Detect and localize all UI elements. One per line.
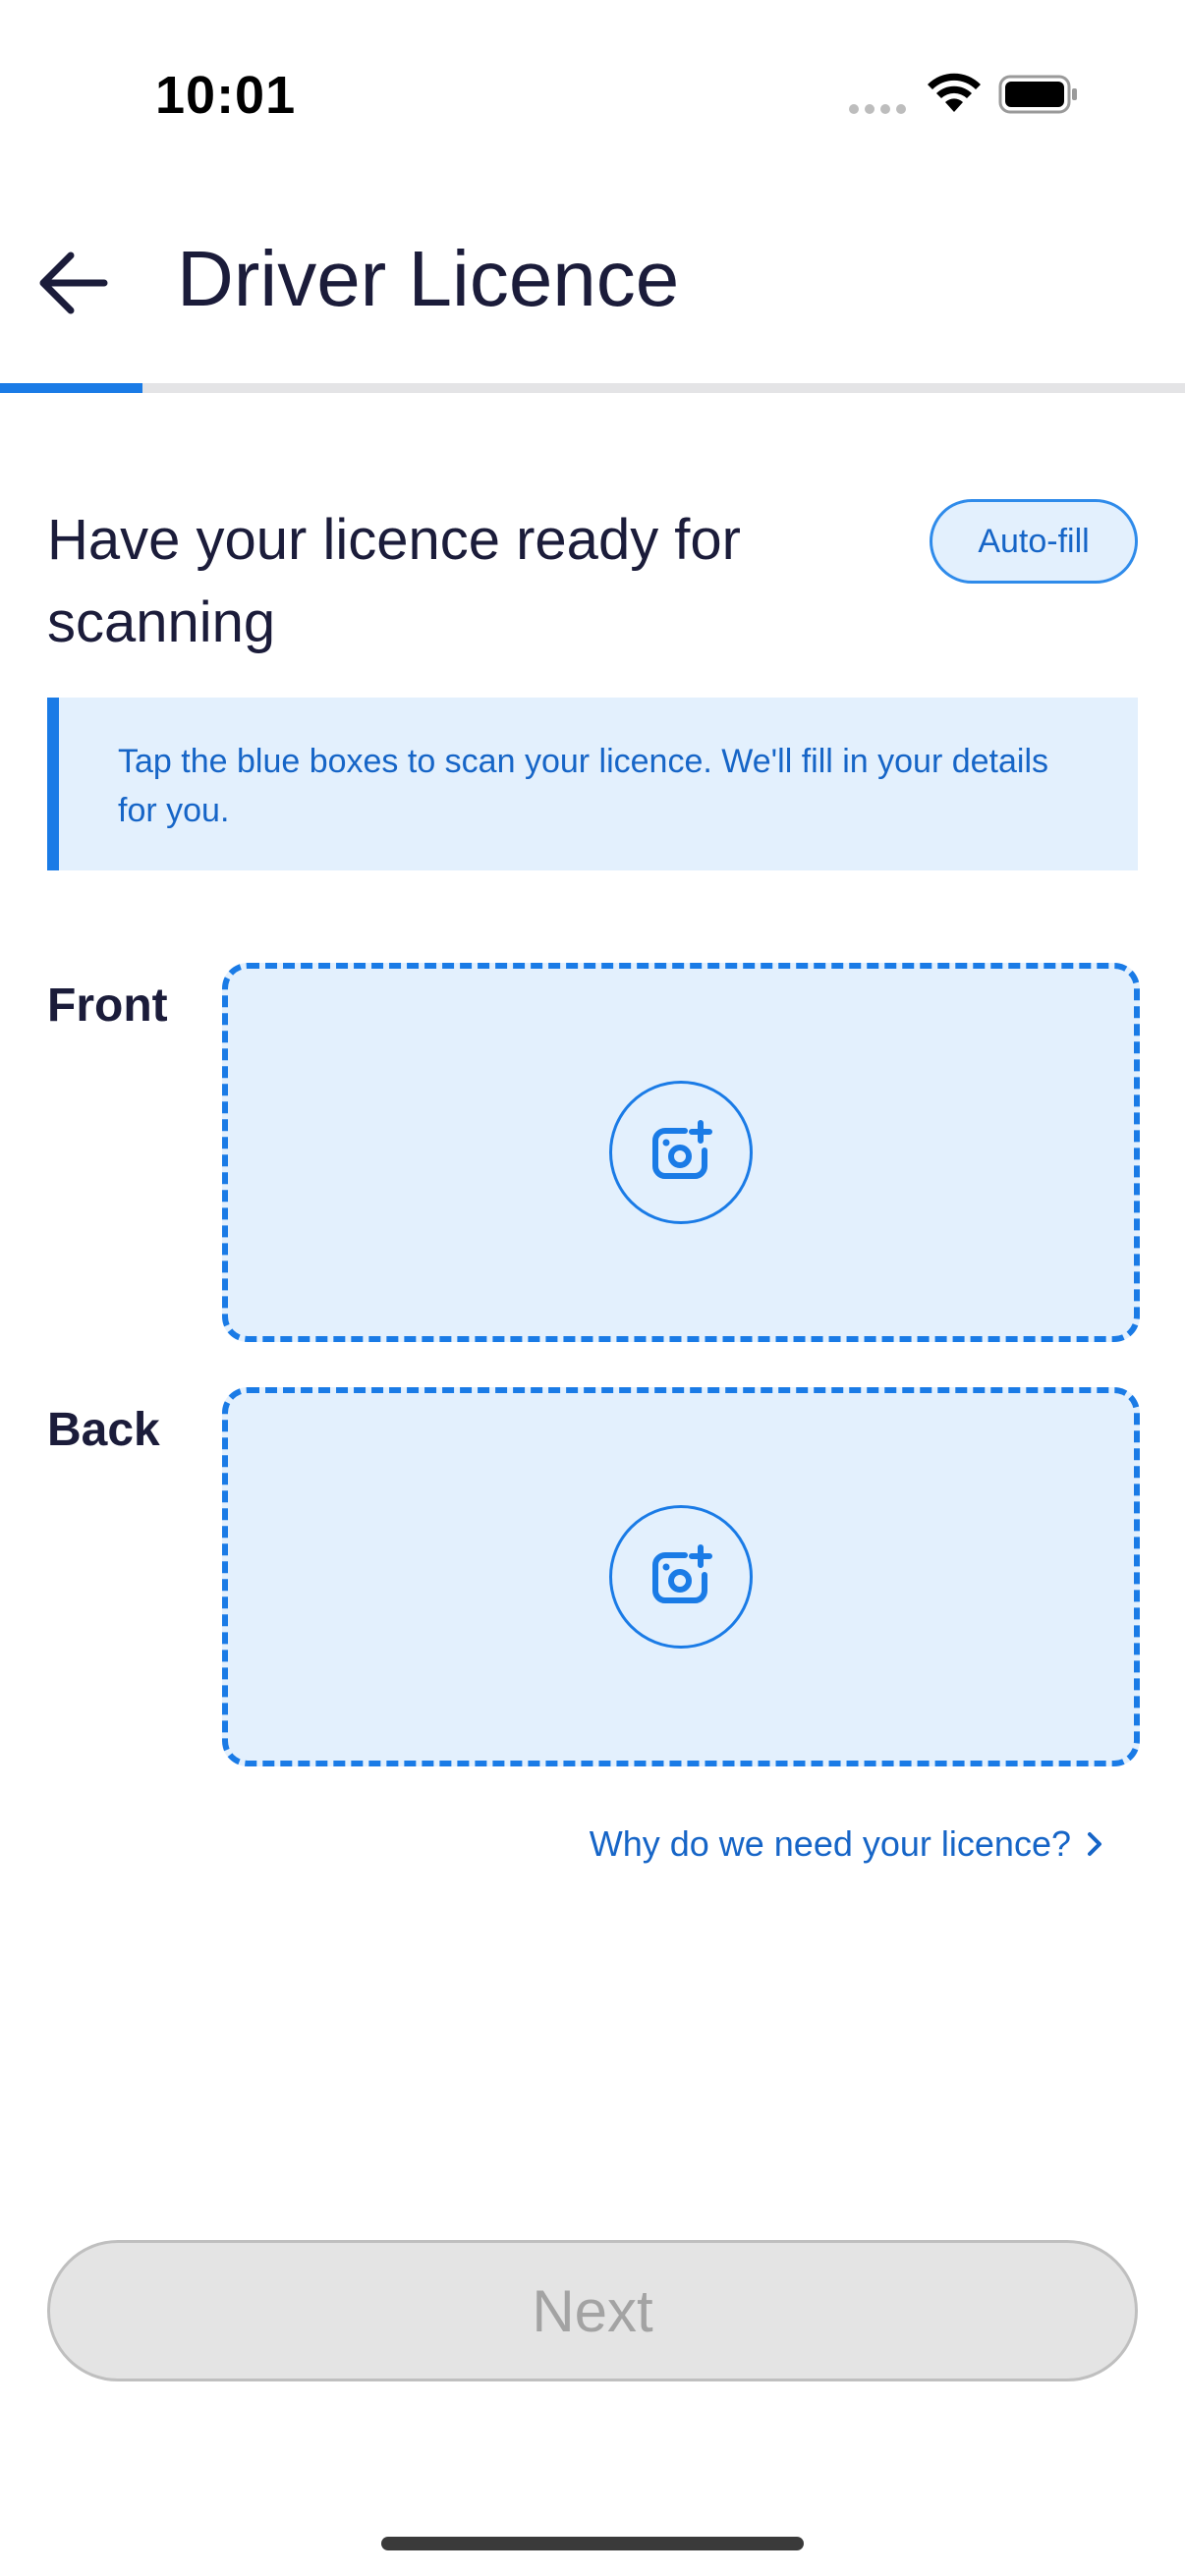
back-camera-button[interactable] (609, 1505, 753, 1649)
info-banner: Tap the blue boxes to scan your licence.… (47, 698, 1138, 870)
back-scan-box[interactable] (222, 1387, 1140, 1766)
intro-heading: Have your licence ready for scanning (47, 508, 741, 654)
why-licence-link[interactable]: Why do we need your licence? (550, 1823, 1140, 1865)
info-banner-text: Tap the blue boxes to scan your licence.… (118, 743, 1049, 829)
cellular-signal-icon (849, 104, 906, 114)
progress-fill (0, 383, 142, 393)
page-title: Driver Licence (177, 235, 680, 322)
camera-plus-icon (652, 1120, 712, 1179)
why-licence-link-text: Why do we need your licence? (589, 1823, 1071, 1864)
home-indicator (381, 2537, 804, 2550)
autofill-button[interactable]: Auto-fill (930, 499, 1138, 584)
battery-icon (998, 75, 1077, 114)
chevron-right-icon (1088, 1832, 1101, 1856)
arrow-left-icon (39, 252, 108, 314)
status-time: 10:01 (155, 66, 297, 125)
front-camera-button[interactable] (609, 1081, 753, 1224)
status-bar: 10:01 (0, 0, 1185, 187)
app-header: Driver Licence (0, 206, 1185, 354)
wifi-icon (928, 73, 981, 112)
back-button[interactable] (26, 236, 120, 330)
front-scan-box[interactable] (222, 963, 1140, 1342)
next-button[interactable]: Next (47, 2240, 1138, 2381)
progress-bar (0, 383, 1185, 393)
camera-plus-icon (652, 1544, 712, 1603)
front-label: Front (47, 980, 168, 1032)
back-label: Back (47, 1404, 160, 1456)
